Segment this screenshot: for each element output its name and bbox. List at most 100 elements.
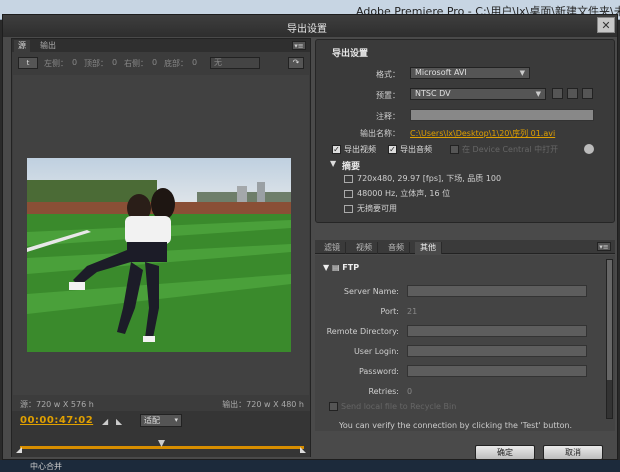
tab-source[interactable]: 源 bbox=[14, 40, 30, 52]
checkbox-icon bbox=[450, 145, 459, 154]
preview-panel: 源 输出 ▾≡ t 左侧： 0 顶部： 0 右侧： 0 底部： 0 无 ↷ 源：… bbox=[11, 38, 311, 457]
ftp-hint-text: You can verify the connection by clickin… bbox=[339, 421, 573, 430]
server-name-label: Server Name: bbox=[343, 287, 399, 296]
save-preset-icon[interactable] bbox=[552, 88, 563, 99]
output-name-label: 输出名称： bbox=[360, 129, 400, 138]
chevron-down-icon: ▼ bbox=[535, 90, 541, 98]
chevron-down-icon: ▼ bbox=[519, 69, 525, 77]
export-audio-checkbox[interactable]: ✓ 导出音频 bbox=[388, 144, 432, 155]
summary-toggle-icon[interactable]: ▼ bbox=[330, 159, 336, 168]
crop-left-label: 左侧： bbox=[44, 59, 68, 68]
source-dimensions: 源：720 w X 576 h bbox=[20, 400, 94, 409]
comment-label: 注释： bbox=[376, 112, 400, 121]
summary-heading: 摘要 bbox=[342, 162, 361, 172]
mark-out-icon[interactable]: ◣ bbox=[116, 418, 124, 426]
chevron-down-icon: ▾ bbox=[174, 416, 178, 424]
export-video-checkbox[interactable]: ✓ 导出视频 bbox=[332, 144, 376, 155]
crop-top-value[interactable]: 0 bbox=[112, 58, 117, 67]
chart-icon bbox=[344, 204, 353, 213]
user-login-field[interactable] bbox=[407, 345, 587, 357]
crop-ratio-select[interactable]: 无 bbox=[210, 57, 260, 69]
device-central-checkbox[interactable]: 在 Device Central 中打开 bbox=[450, 144, 558, 155]
panel-menu-button[interactable]: ▾≡ bbox=[292, 41, 306, 50]
tab-audio[interactable]: 音频 bbox=[383, 242, 410, 254]
crop-ratio-value: 无 bbox=[214, 58, 222, 67]
output-dimensions: 输出：720 w X 480 h bbox=[222, 400, 304, 409]
close-button[interactable]: ✕ bbox=[597, 17, 615, 33]
crop-bottom-value[interactable]: 0 bbox=[192, 58, 197, 67]
mark-in-icon[interactable]: ◢ bbox=[102, 418, 110, 426]
remote-directory-field[interactable] bbox=[407, 325, 587, 337]
taskbar-item[interactable]: 中心合并 bbox=[30, 461, 62, 472]
device-central-icon[interactable] bbox=[584, 144, 594, 154]
scrollbar-thumb[interactable] bbox=[607, 260, 612, 380]
rotate-icon[interactable]: ↷ bbox=[288, 57, 304, 69]
summary-audio-text: 48000 Hz, 立体声, 16 位 bbox=[357, 189, 451, 198]
crop-toolbar: t 左侧： 0 顶部： 0 右侧： 0 底部： 0 无 ↷ bbox=[12, 53, 310, 73]
comment-field[interactable] bbox=[410, 109, 594, 121]
format-select[interactable]: Microsoft AVI ▼ bbox=[410, 67, 530, 79]
ftp-heading-text: FTP bbox=[342, 263, 360, 272]
remote-directory-label: Remote Directory: bbox=[326, 327, 399, 336]
tab-video[interactable]: 视频 bbox=[351, 242, 378, 254]
speaker-icon bbox=[344, 189, 353, 198]
export-settings-heading: 导出设置 bbox=[332, 49, 369, 59]
settings-tabs: 滤镜 视频 音频 其他 ▾≡ bbox=[315, 240, 615, 254]
settings-panel-menu[interactable]: ▾≡ bbox=[597, 242, 611, 251]
server-name-field[interactable] bbox=[407, 285, 587, 297]
ftp-section: ▼ ▤ FTP Server Name: Port: 21 Remote Dir… bbox=[315, 255, 615, 431]
output-name-link[interactable]: C:\Users\lx\Desktop\1\20\序列 01.avi bbox=[410, 128, 555, 139]
import-preset-icon[interactable] bbox=[567, 88, 578, 99]
video-frame-image bbox=[27, 158, 291, 352]
summary-video-text: 720x480, 29.97 [fps], 下场, 品质 100 bbox=[357, 174, 502, 183]
preview-area bbox=[13, 75, 309, 395]
ftp-heading[interactable]: ▼ ▤ FTP bbox=[323, 263, 359, 272]
export-audio-label: 导出音频 bbox=[400, 145, 432, 154]
summary-video: 720x480, 29.97 [fps], 下场, 品质 100 bbox=[344, 173, 501, 184]
password-field[interactable] bbox=[407, 365, 587, 377]
taskbar: 中心合并 bbox=[0, 460, 620, 472]
tab-output[interactable]: 输出 bbox=[36, 40, 60, 52]
crop-top-label: 顶部： bbox=[84, 59, 108, 68]
preset-label: 预置： bbox=[376, 91, 400, 100]
ok-button[interactable]: 确定 bbox=[475, 445, 535, 460]
film-icon bbox=[344, 174, 353, 183]
recycle-bin-label: Send local file to Recycle Bin bbox=[341, 402, 457, 411]
cancel-button[interactable]: 取消 bbox=[543, 445, 603, 460]
device-central-label: 在 Device Central 中打开 bbox=[462, 145, 559, 154]
crop-icon[interactable]: t bbox=[18, 57, 38, 69]
timeline-bar[interactable] bbox=[20, 446, 304, 449]
port-value[interactable]: 21 bbox=[407, 307, 417, 316]
timecode[interactable]: 00:00:47:02 bbox=[20, 415, 93, 426]
dialog-titlebar[interactable]: 导出设置 ✕ bbox=[3, 15, 617, 37]
checkbox-icon bbox=[329, 402, 338, 411]
summary-audio: 48000 Hz, 立体声, 16 位 bbox=[344, 188, 450, 199]
tab-other[interactable]: 其他 bbox=[415, 242, 442, 254]
port-label: Port: bbox=[380, 307, 399, 316]
retries-value[interactable]: 0 bbox=[407, 387, 412, 396]
ftp-scrollbar[interactable] bbox=[606, 259, 613, 419]
checkbox-checked-icon: ✓ bbox=[332, 145, 341, 154]
recycle-bin-checkbox[interactable]: Send local file to Recycle Bin bbox=[329, 402, 456, 411]
crop-left-value[interactable]: 0 bbox=[72, 58, 77, 67]
preset-select[interactable]: NTSC DV ▼ bbox=[410, 88, 546, 100]
user-login-label: User Login: bbox=[353, 347, 399, 356]
delete-preset-icon[interactable] bbox=[582, 88, 593, 99]
dialog-title: 导出设置 bbox=[287, 24, 327, 35]
timeline-controls: 00:00:47:02 ◢ ◣ 适配 ▾ bbox=[12, 411, 310, 457]
tab-filters[interactable]: 滤镜 bbox=[319, 242, 346, 254]
crop-bottom-label: 底部： bbox=[164, 59, 188, 68]
summary-none: 无摘要可用 bbox=[344, 203, 397, 214]
export-settings-dialog: 导出设置 ✕ 源 输出 ▾≡ t 左侧： 0 顶部： 0 右侧： 0 底部： 0… bbox=[2, 14, 618, 460]
checkbox-checked-icon: ✓ bbox=[388, 145, 397, 154]
zoom-fit-select[interactable]: 适配 ▾ bbox=[140, 414, 182, 427]
retries-label: Retries: bbox=[368, 387, 399, 396]
preview-tabs: 源 输出 ▾≡ bbox=[12, 39, 310, 52]
video-frame bbox=[27, 158, 291, 352]
format-value: Microsoft AVI bbox=[415, 68, 467, 77]
format-label: 格式： bbox=[376, 70, 400, 79]
summary-none-text: 无摘要可用 bbox=[357, 204, 397, 213]
crop-right-value[interactable]: 0 bbox=[152, 58, 157, 67]
crop-right-label: 右侧： bbox=[124, 59, 148, 68]
zoom-fit-value: 适配 bbox=[144, 416, 160, 425]
